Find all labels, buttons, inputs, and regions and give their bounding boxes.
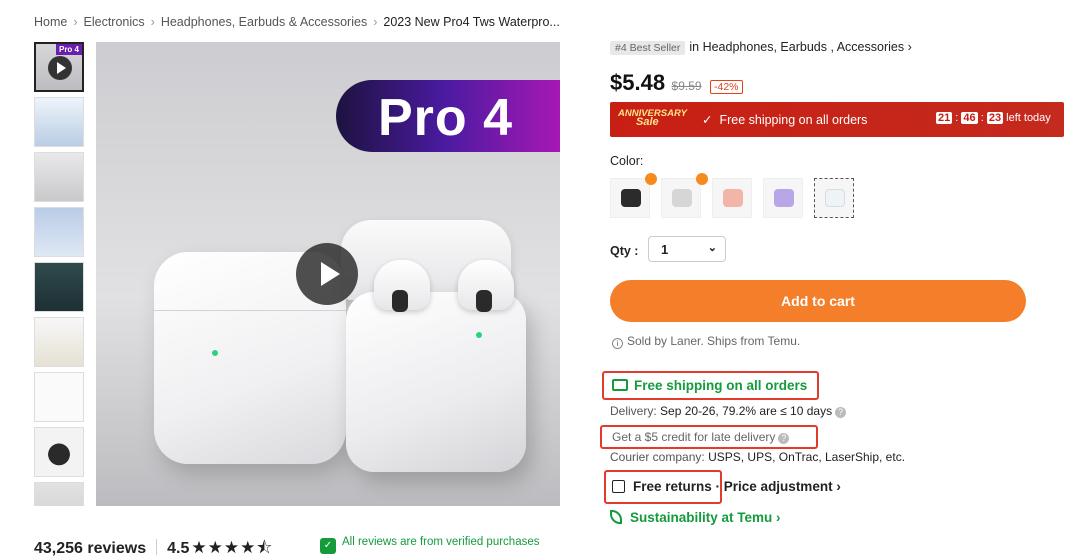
chevron-right-icon: › bbox=[907, 40, 912, 54]
price-adjustment-link[interactable]: Price adjustment bbox=[724, 479, 833, 494]
hot-icon bbox=[696, 173, 708, 185]
quantity-value: 1 bbox=[661, 242, 669, 257]
breadcrumb-headphones[interactable]: Headphones, Earbuds & Accessories bbox=[161, 15, 367, 29]
breadcrumb-separator: › bbox=[373, 15, 378, 29]
rating-value: 4.5 bbox=[167, 540, 190, 557]
banner-text: Pro 4 bbox=[378, 89, 514, 147]
breadcrumb: Home › Electronics › Headphones, Earbuds & A… bbox=[34, 15, 560, 29]
swatch-white[interactable] bbox=[814, 178, 854, 218]
thumbnail-image[interactable] bbox=[34, 152, 84, 202]
earbuds-case-open bbox=[346, 292, 526, 472]
timer-minutes: 46 bbox=[961, 112, 978, 124]
leaf-icon bbox=[610, 510, 622, 524]
thumbnail-image[interactable] bbox=[34, 482, 84, 506]
earbud-right bbox=[458, 260, 514, 312]
video-play-icon[interactable] bbox=[296, 243, 358, 305]
breadcrumb-current: 2023 New Pro4 Tws Waterpro... bbox=[383, 15, 560, 29]
swatch-black[interactable] bbox=[610, 173, 657, 218]
truck-icon bbox=[612, 379, 628, 391]
help-icon[interactable]: ? bbox=[778, 433, 790, 444]
thumbnail-badge: Pro 4 bbox=[55, 44, 82, 55]
play-icon bbox=[48, 56, 72, 80]
main-product-image[interactable]: Pro 4 bbox=[96, 42, 560, 506]
swatch-gray[interactable] bbox=[661, 173, 708, 218]
sustainability-link[interactable]: Sustainability at Temu › bbox=[610, 510, 781, 525]
case-led bbox=[476, 332, 482, 338]
thumbnail-image[interactable] bbox=[34, 372, 84, 422]
best-seller-category: in Headphones, Earbuds , Accessories bbox=[689, 40, 905, 54]
star-rating: ★★★★⯪ bbox=[191, 538, 274, 557]
hot-icon bbox=[645, 173, 657, 185]
qty-label: Qty : bbox=[610, 244, 639, 258]
swatch-pink[interactable] bbox=[712, 178, 752, 218]
sale-price: $5.48 bbox=[610, 70, 666, 95]
returns-row[interactable]: Free returns · Price adjustment › bbox=[612, 479, 841, 494]
thumbnail-image[interactable] bbox=[34, 97, 84, 147]
verified-reviews-note: ✓ All reviews are from verified purchases bbox=[320, 536, 540, 554]
free-shipping-link[interactable]: Free shipping on all orders bbox=[602, 371, 820, 400]
thumbnail-video[interactable]: Pro 4 bbox=[34, 42, 84, 92]
sold-by-info: i Sold by Laner. Ships from Temu. bbox=[612, 334, 800, 349]
thumbnail-strip: Pro 4 bbox=[34, 42, 85, 506]
return-box-icon bbox=[612, 480, 625, 493]
anniversary-sale-logo: ANNIVERSARY Sale bbox=[618, 108, 687, 128]
discount-badge: -42% bbox=[710, 80, 743, 94]
breadcrumb-electronics[interactable]: Electronics bbox=[84, 15, 145, 29]
check-icon: ✓ bbox=[702, 113, 713, 127]
timer-hours: 21 bbox=[936, 112, 953, 124]
late-delivery-credit[interactable]: Get a $5 credit for late delivery? bbox=[600, 425, 818, 449]
promo-free-shipping: ✓ Free shipping on all orders bbox=[702, 113, 868, 127]
best-seller-row[interactable]: #4 Best Seller in Headphones, Earbuds , A… bbox=[610, 40, 912, 55]
promo-banner: ANNIVERSARY Sale ✓ Free shipping on all … bbox=[610, 102, 1064, 137]
original-price: $9.59 bbox=[671, 79, 702, 93]
price-row: $5.48 $9.59 -42% bbox=[610, 70, 743, 96]
chevron-right-icon: › bbox=[836, 479, 841, 494]
color-swatches bbox=[610, 173, 865, 218]
reviews-summary[interactable]: 43,256 reviews 4.5 ★★★★⯪ bbox=[34, 535, 273, 560]
info-icon: i bbox=[612, 338, 623, 349]
earbud-left bbox=[374, 260, 430, 312]
chevron-right-icon: › bbox=[776, 510, 781, 525]
help-icon[interactable]: ? bbox=[835, 407, 847, 418]
breadcrumb-separator: › bbox=[73, 15, 78, 29]
swatch-purple[interactable] bbox=[763, 178, 803, 218]
breadcrumb-separator: › bbox=[150, 15, 155, 29]
delivery-info: Delivery: Sep 20-26, 79.2% are ≤ 10 days… bbox=[610, 404, 847, 418]
breadcrumb-home[interactable]: Home bbox=[34, 15, 67, 29]
courier-info: Courier company: USPS, UPS, OnTrac, Lase… bbox=[610, 450, 906, 464]
thumbnail-image[interactable] bbox=[34, 207, 84, 257]
free-returns-label: Free returns bbox=[633, 479, 712, 494]
best-seller-tag: #4 Best Seller bbox=[610, 41, 686, 55]
case-led bbox=[212, 350, 218, 356]
thumbnail-image[interactable] bbox=[34, 262, 84, 312]
quantity-select[interactable]: 1 ⌄ bbox=[648, 236, 726, 262]
color-label: Color: bbox=[610, 154, 644, 168]
thumbnail-image[interactable] bbox=[34, 427, 84, 477]
timer-seconds: 23 bbox=[986, 112, 1004, 124]
add-to-cart-button[interactable]: Add to cart bbox=[610, 280, 1026, 322]
timer-suffix: left today bbox=[1006, 112, 1051, 124]
countdown-timer: 21 : 46 : 23 left today bbox=[936, 112, 1051, 124]
chevron-down-icon: ⌄ bbox=[707, 242, 717, 254]
shield-check-icon: ✓ bbox=[320, 538, 336, 554]
review-count: 43,256 reviews bbox=[34, 540, 147, 557]
thumbnail-image[interactable] bbox=[34, 317, 84, 367]
